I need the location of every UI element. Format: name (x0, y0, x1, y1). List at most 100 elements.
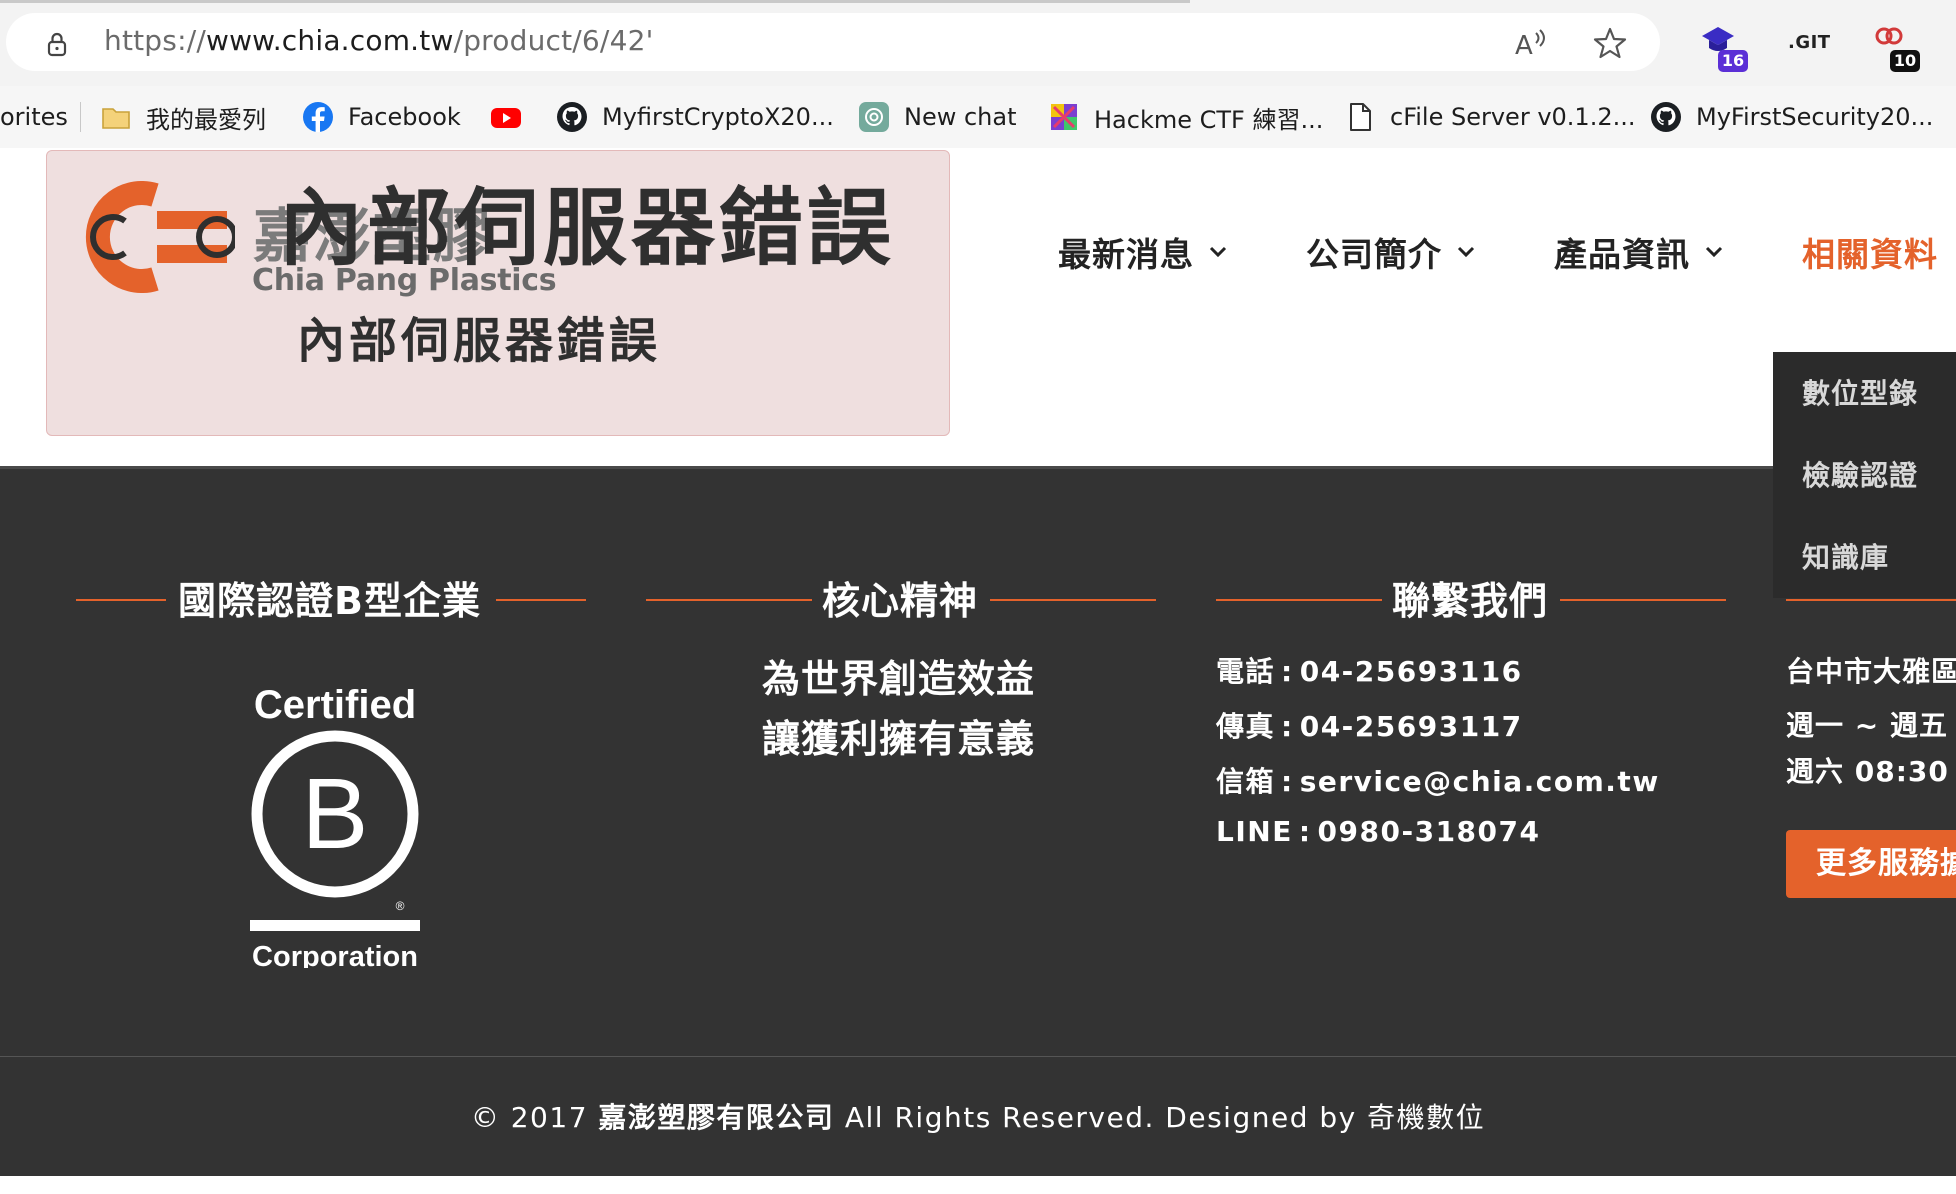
fax-label: 傳真 (1216, 710, 1276, 743)
bookmark-github-crypto[interactable]: MyfirstCryptoX20... (556, 86, 834, 148)
phone-number: 04-25693116 (1299, 655, 1523, 688)
extension-icon[interactable]: 16 (1700, 22, 1748, 72)
bookmark-label: Facebook (348, 103, 461, 131)
logo-english-name: Chia Pang Plastics (252, 263, 557, 298)
bookmark-cfile[interactable]: cFile Server v0.1.2... (1344, 86, 1635, 148)
fax-number: 04-25693117 (1299, 710, 1523, 743)
youtube-icon (491, 108, 521, 128)
nav-products[interactable]: 產品資訊 (1554, 228, 1724, 276)
bookmark-youtube[interactable] (490, 86, 536, 148)
bookmark-facebook[interactable]: Facebook (302, 86, 461, 148)
folder-icon (102, 108, 130, 129)
browser-toolbar: https://www.chia.com.tw/product/6/42' A … (0, 0, 1956, 86)
nav-latest-news[interactable]: 最新消息 (1058, 228, 1228, 276)
resources-dropdown: 數位型錄 檢驗認證 知識庫 (1773, 352, 1956, 598)
contact-line[interactable]: LINE:0980-318074 (1216, 815, 1540, 848)
site-footer: 國際認證B型企業 Certified B ® Corporation 核心精神 … (0, 466, 1956, 1176)
file-icon (1350, 103, 1371, 131)
b-corp-certified-text: Certified (254, 683, 416, 727)
core-spirit-title: 核心精神 (822, 579, 979, 623)
site-header: 嘉澎塑膠 內部伺服器錯誤 Chia Pang Plastics 內部伺服器錯誤 … (0, 148, 1956, 466)
github-icon (557, 102, 587, 132)
company-logo-icon[interactable] (85, 181, 235, 293)
dropdown-item-knowledge-base[interactable]: 知識庫 (1802, 536, 1889, 576)
title-rule (1216, 599, 1382, 601)
copyright-designer[interactable]: 奇機數位 (1367, 1101, 1485, 1134)
b-corp-logo-icon: Certified B ® Corporation (250, 683, 420, 968)
chevron-down-icon (1209, 246, 1227, 258)
github-icon (1651, 102, 1681, 132)
more-service-locations-button[interactable]: 更多服務據 (1786, 830, 1956, 898)
bookmark-label: Hackme CTF 練習... (1094, 105, 1324, 134)
business-hours-saturday: 週六 08:30 ~ (1786, 755, 1956, 788)
contact-phone[interactable]: 電話:04-25693116 (1216, 650, 1523, 690)
dropdown-item-certification[interactable]: 檢驗認證 (1802, 454, 1918, 494)
nav-label: 公司簡介 (1306, 235, 1442, 274)
error-message: 內部伺服器錯誤 (297, 313, 662, 369)
page-load-progress (0, 0, 1190, 3)
bookmark-label: cFile Server v0.1.2... (1390, 103, 1636, 131)
url-text[interactable]: https://www.chia.com.tw/product/6/42' (104, 24, 654, 57)
title-rule (76, 599, 166, 601)
contact-us-title: 聯繫我們 (1392, 579, 1549, 623)
url-host: www.chia.com.tw (205, 24, 454, 57)
contact-fax: 傳真:04-25693117 (1216, 710, 1523, 743)
read-aloud-icon[interactable]: A (1512, 25, 1548, 61)
git-extension-icon[interactable]: .GIT (1788, 32, 1838, 80)
server-error-box: 嘉澎塑膠 內部伺服器錯誤 Chia Pang Plastics 內部伺服器錯誤 (46, 150, 950, 436)
contact-email[interactable]: 信箱: service@chia.com.tw (1216, 760, 1660, 800)
footer-top-border (0, 466, 1956, 469)
bookmark-hackme[interactable]: Hackme CTF 練習... (1048, 86, 1323, 148)
footer-divider (0, 1056, 1956, 1057)
copyright-company: 嘉澎塑膠有限公司 (598, 1101, 835, 1134)
b-corp-letter: B (302, 758, 369, 870)
git-label: .GIT (1788, 32, 1831, 53)
email-label: 信箱 (1216, 765, 1276, 798)
extension-badge: 10 (1890, 50, 1920, 72)
bookmarks-bar: orites 我的最愛列 Facebook MyfirstCryptoX20..… (0, 86, 1956, 149)
bookmark-label: New chat (904, 103, 1017, 131)
bookmark-folder[interactable]: 我的最愛列 (100, 86, 266, 148)
bookmark-label: MyfirstCryptoX20... (602, 103, 834, 131)
slogan-line-2: 讓獲利擁有意義 (762, 717, 1036, 761)
bookmark-new-chat[interactable]: New chat (858, 86, 1017, 148)
bookmark-label: 我的最愛列 (146, 105, 266, 134)
bookmark-favorites[interactable]: orites (0, 86, 68, 148)
copyright-text: © 2017 嘉澎塑膠有限公司 All Rights Reserved. Des… (0, 1096, 1956, 1136)
extension-icon[interactable]: 10 (1872, 22, 1920, 72)
page-bottom-strip (0, 1176, 1956, 1194)
slogan-line-1: 為世界創造效益 (762, 657, 1036, 701)
b-corp-title: 國際認證B型企業 (178, 579, 481, 623)
title-rule (1560, 599, 1726, 601)
nav-about[interactable]: 公司簡介 (1306, 228, 1476, 276)
address-bar[interactable]: https://www.chia.com.tw/product/6/42' A (6, 13, 1660, 71)
line-label: LINE (1216, 815, 1293, 848)
title-rule (990, 599, 1156, 601)
line-id: 0980-318074 (1317, 815, 1541, 848)
title-rule (1786, 599, 1956, 601)
address-text: 台中市大雅區 (1786, 655, 1956, 688)
b-corp-corporation-text: Corporation (252, 941, 418, 968)
star-icon[interactable] (1592, 25, 1628, 61)
nav-label: 產品資訊 (1554, 235, 1690, 274)
nav-label: 相關資料 (1802, 235, 1938, 274)
title-rule (646, 599, 812, 601)
nav-resources[interactable]: 相關資料 (1802, 228, 1938, 276)
business-hours-weekday: 週一 ~ 週五 0 (1786, 709, 1956, 742)
dropdown-item-catalog[interactable]: 數位型錄 (1802, 372, 1918, 412)
title-rule (496, 599, 586, 601)
chevron-down-icon (1705, 246, 1723, 258)
svg-text:®: ® (396, 899, 405, 913)
copyright-rights: All Rights Reserved. Designed by (844, 1101, 1357, 1134)
chatgpt-icon (859, 102, 889, 132)
svg-text:A: A (1515, 31, 1533, 61)
url-prefix: https:// (104, 24, 206, 57)
email-address: service@chia.com.tw (1299, 765, 1660, 798)
lock-icon[interactable] (43, 30, 71, 58)
nav-label: 最新消息 (1058, 235, 1194, 274)
url-path: /product/6/42' (453, 24, 654, 57)
copyright-year: © 2017 (470, 1101, 589, 1134)
chevron-down-icon (1457, 246, 1475, 258)
bookmark-github-security[interactable]: MyFirstSecurity20... (1650, 86, 1933, 148)
bookmark-label: MyFirstSecurity20... (1696, 103, 1934, 131)
